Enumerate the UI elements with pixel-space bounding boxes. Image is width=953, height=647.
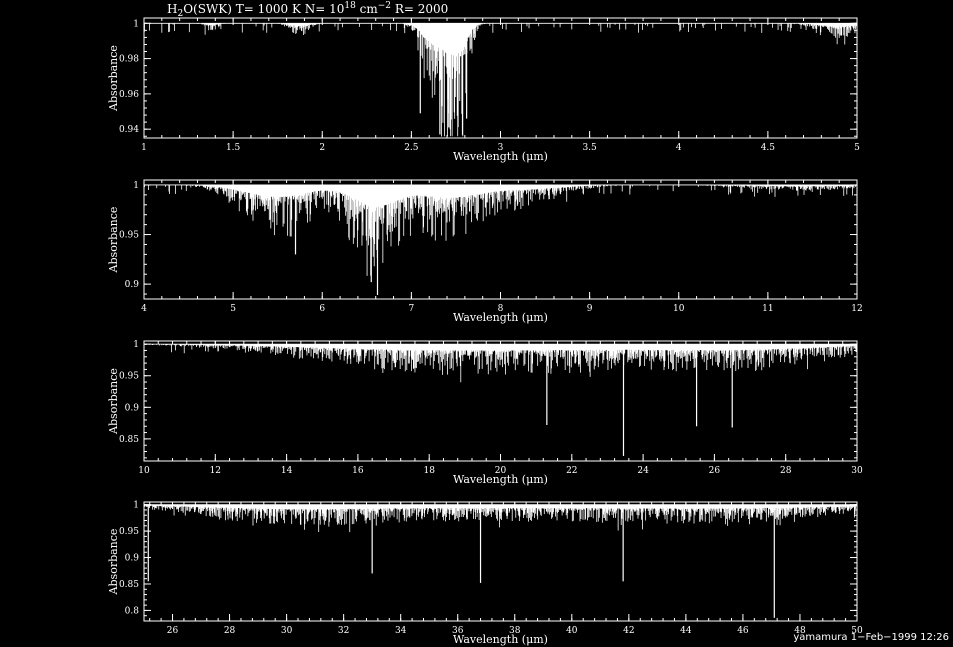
y-tick-label: 0.8 (125, 606, 140, 616)
y-tick-label: 0.9 (125, 280, 140, 290)
plot-frame (143, 340, 858, 462)
y-tick-label: 0.98 (119, 55, 139, 65)
x-axis-title: Wavelength (μm) (453, 473, 548, 486)
x-tick-label: 4.5 (761, 143, 776, 153)
y-tick-label: 0.85 (119, 435, 139, 445)
x-tick-label: 14 (281, 466, 293, 476)
x-tick-label: 40 (566, 626, 578, 636)
x-tick-label: 22 (566, 466, 577, 476)
x-tick-label: 28 (224, 626, 236, 636)
y-axis-title: Absorbance (107, 207, 120, 274)
x-axis-title: Wavelength (μm) (453, 311, 548, 324)
panels: 1 1.5 2 2.5 3 3.5 4 4.5 50.940.960.981Wavelength… (107, 17, 863, 646)
x-tick-label: 32 (338, 626, 349, 636)
x-tick-label: 26 (709, 466, 721, 476)
title-main: O(SWK) T= 1000 K N= 10 (183, 2, 344, 16)
x-tick-label: 46 (737, 626, 749, 636)
chart-title: H2O(SWK) T= 1000 K N= 1018 cm−2 R= 2000 (167, 1, 448, 19)
x-tick-label: 44 (680, 626, 692, 636)
panel-4: 26 28 30 32 34 36 38 40 42 44 46 48 500.80.850.90.95… (107, 501, 863, 646)
y-tick-label: 1 (133, 501, 139, 511)
y-axis-title: Absorbance (107, 529, 120, 596)
x-tick-label: 1.5 (226, 143, 241, 153)
spectrum-line (143, 343, 858, 383)
y-tick-label: 0.95 (119, 527, 139, 537)
y-tick-label: 1 (133, 181, 139, 191)
plot-frame (143, 501, 858, 622)
y-tick-label: 1 (133, 19, 139, 29)
x-tick-label: 24 (637, 466, 649, 476)
title-superscript-2: −2 (378, 1, 391, 11)
x-tick-label: 28 (780, 466, 792, 476)
x-tick-label: 30 (281, 626, 293, 636)
x-tick-label: 6 (319, 304, 325, 314)
panel-3: 10 12 14 16 18 20 22 24 26 28 300.850.90.951Wavele… (107, 340, 863, 486)
y-tick-label: 0.9 (125, 403, 140, 413)
footer-credit: yamamura 1−Feb−1999 12:26 (793, 632, 949, 643)
x-tick-label: 2.5 (404, 143, 419, 153)
x-axis-title: Wavelength (μm) (453, 633, 548, 646)
x-tick-label: 3.5 (582, 143, 597, 153)
x-tick-label: 5 (854, 143, 860, 153)
y-axis-title: Absorbance (107, 45, 120, 112)
x-tick-label: 12 (210, 466, 221, 476)
x-tick-label: 4 (141, 304, 147, 314)
y-tick-label: 0.96 (119, 90, 139, 100)
y-axis-title: Absorbance (107, 368, 120, 435)
x-tick-label: 42 (623, 626, 634, 636)
x-tick-label: 10 (138, 466, 150, 476)
x-tick-label: 34 (395, 626, 407, 636)
x-tick-label: 7 (409, 304, 415, 314)
x-tick-label: 5 (230, 304, 236, 314)
panel-2: 4 5 6 7 8 9 10 11 120.90.951Wavelength (μm)Absor… (107, 179, 863, 324)
title-unit: cm (356, 2, 379, 16)
y-tick-label: 0.85 (119, 580, 139, 590)
x-tick-label: 26 (167, 626, 179, 636)
y-tick-label: 0.95 (119, 372, 139, 382)
x-axis-title: Wavelength (μm) (453, 150, 548, 163)
y-tick-label: 1 (133, 340, 139, 350)
spectrum-line (143, 504, 858, 533)
x-tick-label: 16 (352, 466, 364, 476)
x-tick-label: 9 (587, 304, 593, 314)
x-tick-label: 12 (851, 304, 862, 314)
plot-frame (143, 17, 858, 139)
y-tick-label: 0.9 (125, 554, 140, 564)
y-tick-label: 0.95 (119, 231, 139, 241)
title-superscript: 18 (344, 1, 356, 11)
x-tick-label: 2 (319, 143, 325, 153)
spectrum-line (144, 184, 858, 276)
x-tick-label: 11 (762, 304, 773, 314)
spectrum-line (144, 22, 858, 137)
title-h: H (167, 2, 177, 16)
x-tick-label: 30 (851, 466, 863, 476)
spectra-figure: H2O(SWK) T= 1000 K N= 1018 cm−2 R= 2000 … (107, 1, 949, 646)
x-tick-label: 4 (676, 143, 682, 153)
title-tail: R= 2000 (391, 2, 448, 16)
panel-1: 1 1.5 2 2.5 3 3.5 4 4.5 50.940.960.981Wavelength… (107, 17, 860, 163)
x-tick-label: 10 (673, 304, 685, 314)
x-tick-label: 1 (141, 143, 147, 153)
x-tick-label: 18 (423, 466, 435, 476)
y-tick-label: 0.94 (119, 125, 139, 135)
